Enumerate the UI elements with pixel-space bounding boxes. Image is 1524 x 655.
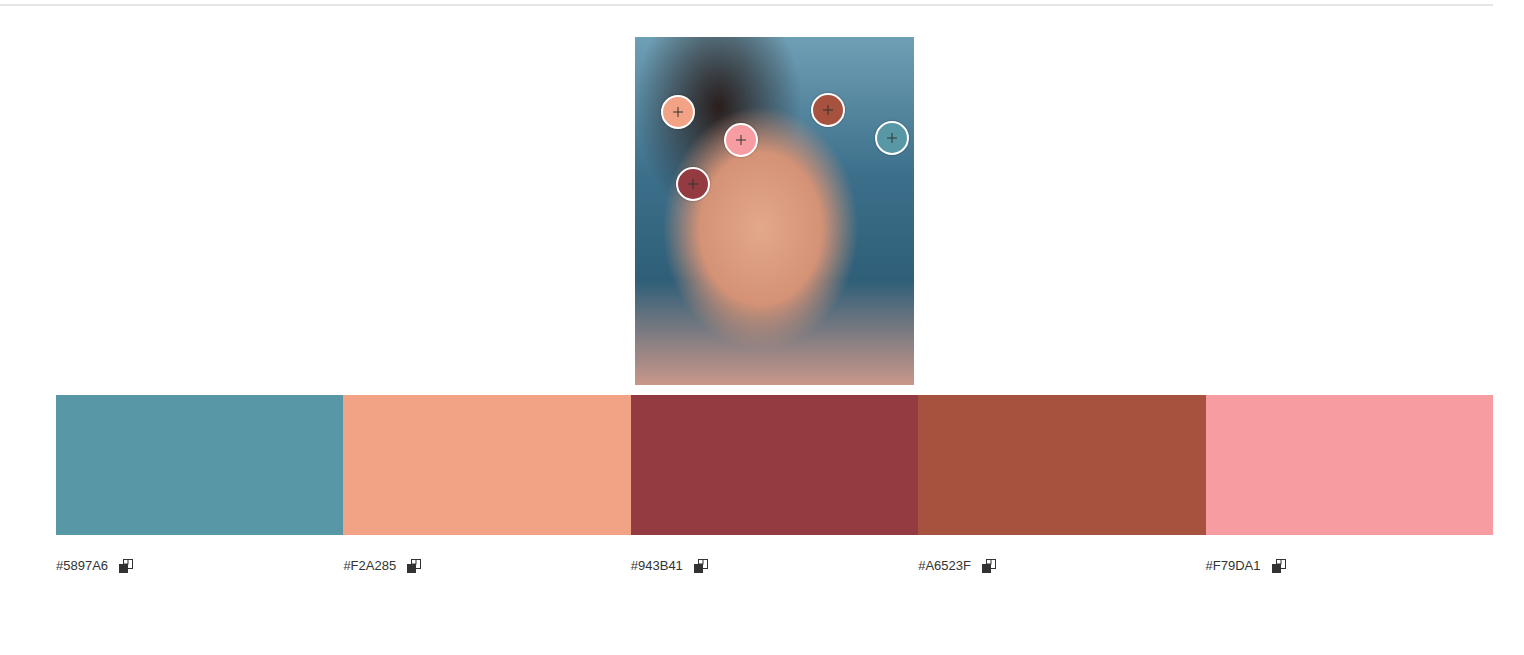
crosshair-icon [688,179,698,189]
color-pin[interactable] [811,93,845,127]
swatch-label: #A6523F [918,558,1205,574]
color-pin[interactable] [676,167,710,201]
crosshair-icon [823,105,833,115]
swatch [918,395,1205,535]
copy-icon[interactable] [118,558,134,574]
photo [635,37,914,385]
hex-code: #943B41 [631,558,683,574]
palette-item: #943B41 [631,395,918,574]
palette-item: #A6523F [918,395,1205,574]
hex-code: #5897A6 [56,558,108,574]
copy-icon[interactable] [981,558,997,574]
crosshair-icon [887,133,897,143]
swatch-label: #F2A285 [343,558,630,574]
crosshair-icon [673,107,683,117]
swatch-label: #F79DA1 [1206,558,1493,574]
top-rule [0,4,1493,6]
palette-item: #5897A6 [56,395,343,574]
crosshair-icon [736,135,746,145]
copy-icon[interactable] [693,558,709,574]
page: #5897A6 #F2A285 #943B41 #A6523F #F79DA1 [0,0,1524,655]
palette-item: #F2A285 [343,395,630,574]
swatch [343,395,630,535]
swatch [56,395,343,535]
palette: #5897A6 #F2A285 #943B41 #A6523F #F79DA1 [56,395,1493,574]
swatch [1206,395,1493,535]
hex-code: #F79DA1 [1206,558,1261,574]
color-pin[interactable] [875,121,909,155]
hex-code: #A6523F [918,558,971,574]
swatch [631,395,918,535]
swatch-label: #5897A6 [56,558,343,574]
hex-code: #F2A285 [343,558,396,574]
color-pin[interactable] [661,95,695,129]
palette-item: #F79DA1 [1206,395,1493,574]
copy-icon[interactable] [406,558,422,574]
color-pin[interactable] [724,123,758,157]
main: #5897A6 #F2A285 #943B41 #A6523F #F79DA1 [56,6,1493,574]
swatch-label: #943B41 [631,558,918,574]
copy-icon[interactable] [1271,558,1287,574]
